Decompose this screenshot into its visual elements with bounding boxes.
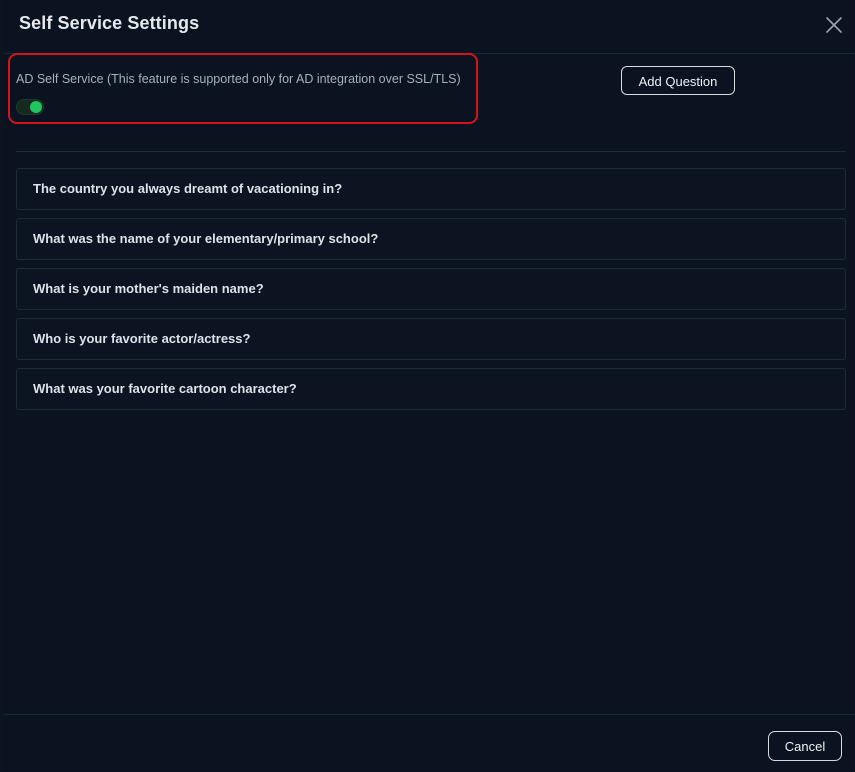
section-divider [16,151,846,152]
self-service-settings-dialog: Self Service Settings AD Self Service (T… [4,0,855,772]
question-item[interactable]: The country you always dreamt of vacatio… [16,168,846,210]
question-item[interactable]: What is your mother's maiden name? [16,268,846,310]
ad-self-service-toggle[interactable] [16,99,44,115]
question-list: The country you always dreamt of vacatio… [16,168,846,418]
dialog-footer: Cancel [4,714,855,772]
dialog-title: Self Service Settings [19,13,200,33]
add-question-button[interactable]: Add Question [621,66,735,95]
page: Self Service Settings AD Self Service (T… [0,0,855,772]
toggle-knob [30,101,42,113]
close-button[interactable] [823,14,845,36]
question-item[interactable]: What was your favorite cartoon character… [16,368,846,410]
cancel-button[interactable]: Cancel [768,731,842,761]
ad-self-service-label: AD Self Service (This feature is support… [16,72,461,86]
highlight-annotation-box [8,53,478,124]
question-item[interactable]: What was the name of your elementary/pri… [16,218,846,260]
close-icon [823,14,845,36]
question-item[interactable]: Who is your favorite actor/actress? [16,318,846,360]
dialog-header: Self Service Settings [4,0,855,54]
